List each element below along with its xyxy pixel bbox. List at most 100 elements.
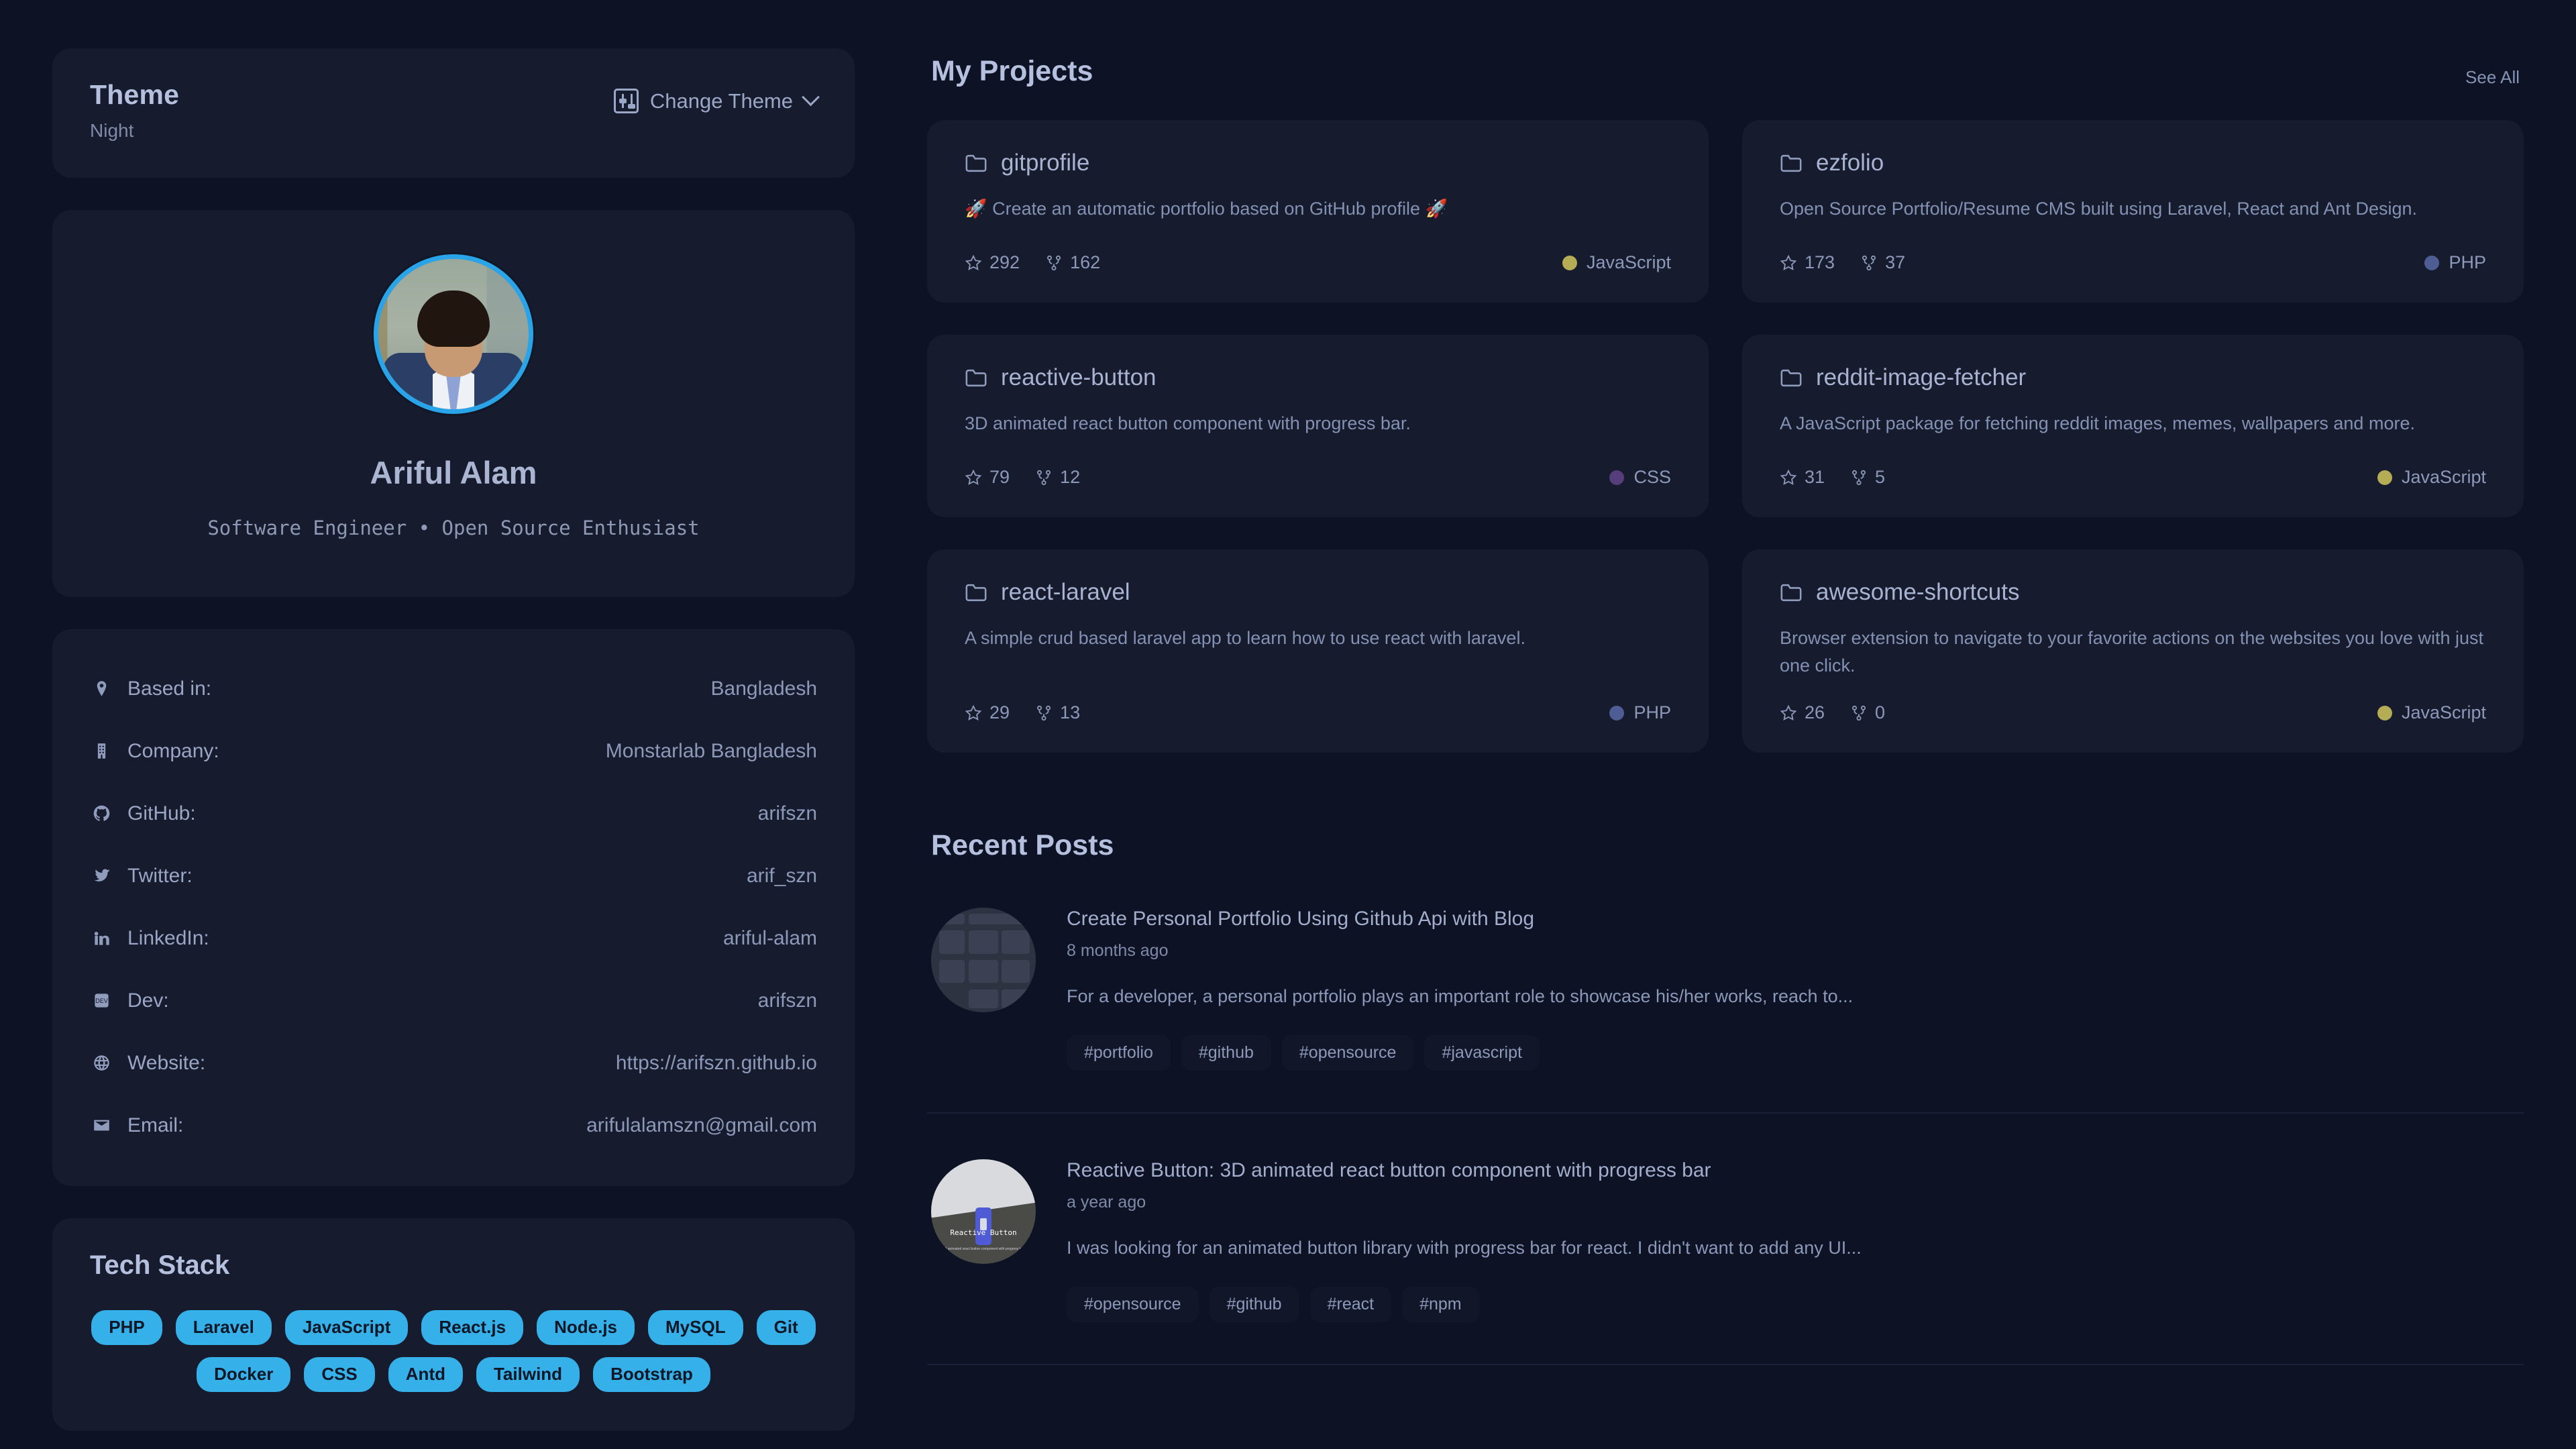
language-name: JavaScript bbox=[1586, 252, 1671, 272]
tech-chip[interactable]: React.js bbox=[421, 1310, 524, 1345]
post-tag[interactable]: #javascript bbox=[1424, 1035, 1540, 1071]
post-item[interactable]: Reactive Button 3D animated react button… bbox=[927, 1114, 2524, 1366]
folder-icon bbox=[1780, 368, 1803, 388]
language-color-dot bbox=[1562, 255, 1577, 270]
detail-label: Website: bbox=[127, 1051, 206, 1074]
recent-posts-title: Recent Posts bbox=[931, 829, 1114, 862]
detail-row-email: Email: arifulalamszn@gmail.com bbox=[90, 1094, 817, 1157]
post-tag[interactable]: #github bbox=[1209, 1287, 1299, 1323]
tech-stack-title: Tech Stack bbox=[90, 1250, 230, 1280]
map-pin-icon bbox=[90, 680, 113, 698]
project-description: Browser extension to navigate to your fa… bbox=[1780, 628, 2484, 676]
detail-label: Email: bbox=[127, 1114, 184, 1136]
tech-stack-card: Tech Stack PHP Laravel JavaScript React.… bbox=[52, 1218, 855, 1431]
folder-icon bbox=[1780, 583, 1803, 602]
detail-value[interactable]: Monstarlab Bangladesh bbox=[606, 740, 817, 763]
language-color-dot bbox=[2424, 255, 2440, 270]
detail-value[interactable]: Bangladesh bbox=[711, 678, 817, 700]
project-language: PHP bbox=[1609, 702, 1671, 723]
theme-card: Theme Night Change Theme bbox=[52, 48, 855, 178]
project-name: awesome-shortcuts bbox=[1816, 579, 2020, 605]
post-tag[interactable]: #portfolio bbox=[1067, 1035, 1171, 1071]
post-date: a year ago bbox=[1067, 1193, 1146, 1212]
project-card[interactable]: reddit-image-fetcher A JavaScript packag… bbox=[1742, 335, 2524, 517]
post-tags: #opensource #github #react #npm bbox=[1067, 1287, 2520, 1323]
project-language: CSS bbox=[1609, 467, 1671, 488]
project-forks-count: 5 bbox=[1875, 467, 1886, 487]
tech-chip[interactable]: Bootstrap bbox=[593, 1356, 710, 1392]
tech-chip[interactable]: Docker bbox=[197, 1356, 291, 1392]
project-forks-count: 0 bbox=[1875, 702, 1886, 723]
tech-chip[interactable]: Node.js bbox=[537, 1310, 635, 1345]
project-name: ezfolio bbox=[1816, 150, 1884, 176]
post-date: 8 months ago bbox=[1067, 941, 1169, 961]
detail-value[interactable]: ariful-alam bbox=[723, 927, 817, 950]
see-all-link[interactable]: See All bbox=[2465, 67, 2520, 88]
fork-icon bbox=[1852, 470, 1866, 485]
project-card[interactable]: gitprofile 🚀 Create an automatic portfol… bbox=[927, 120, 1709, 303]
project-card[interactable]: ezfolio Open Source Portfolio/Resume CMS… bbox=[1742, 120, 2524, 303]
project-stars: 79 bbox=[965, 467, 1010, 488]
post-excerpt: I was looking for an animated button lib… bbox=[1067, 1238, 1862, 1258]
recent-posts-header: Recent Posts bbox=[927, 822, 2524, 862]
language-name: JavaScript bbox=[2401, 702, 2486, 723]
project-stars-count: 79 bbox=[989, 467, 1010, 487]
star-icon bbox=[965, 704, 982, 720]
detail-value[interactable]: arifulalamszn@gmail.com bbox=[586, 1114, 817, 1137]
tech-chip[interactable]: Laravel bbox=[175, 1310, 272, 1345]
detail-label: LinkedIn: bbox=[127, 926, 209, 949]
twitter-icon bbox=[90, 867, 113, 885]
post-tag[interactable]: #opensource bbox=[1281, 1035, 1414, 1071]
tech-chip[interactable]: Git bbox=[756, 1310, 816, 1345]
avatar bbox=[374, 254, 533, 414]
post-title: Reactive Button: 3D animated react butto… bbox=[1067, 1159, 1711, 1182]
tech-chip[interactable]: Antd bbox=[388, 1356, 463, 1392]
detail-value[interactable]: arif_szn bbox=[747, 865, 817, 888]
change-theme-label: Change Theme bbox=[649, 89, 793, 113]
mail-icon bbox=[90, 1116, 113, 1134]
post-tag[interactable]: #npm bbox=[1402, 1287, 1479, 1323]
star-icon bbox=[965, 469, 982, 485]
project-forks-count: 37 bbox=[1885, 252, 1906, 272]
detail-value[interactable]: https://arifszn.github.io bbox=[616, 1052, 817, 1075]
detail-row-based-in: Based in: Bangladesh bbox=[90, 657, 817, 720]
project-card[interactable]: awesome-shortcuts Browser extension to n… bbox=[1742, 549, 2524, 753]
project-language: JavaScript bbox=[2377, 702, 2486, 723]
detail-value[interactable]: arifszn bbox=[758, 802, 817, 825]
post-tag[interactable]: #github bbox=[1181, 1035, 1271, 1071]
tech-chip[interactable]: JavaScript bbox=[284, 1310, 409, 1345]
post-thumbnail: Reactive Button 3D animated react button… bbox=[931, 1159, 1036, 1265]
profile-name: Ariful Alam bbox=[370, 455, 537, 490]
project-stars: 292 bbox=[965, 252, 1020, 273]
building-icon bbox=[90, 742, 113, 760]
theme-info: Theme Night bbox=[90, 79, 179, 142]
star-icon bbox=[1780, 469, 1797, 485]
project-stars: 29 bbox=[965, 702, 1010, 723]
project-stars-count: 31 bbox=[1805, 467, 1825, 487]
post-tag[interactable]: #opensource bbox=[1067, 1287, 1199, 1323]
detail-value[interactable]: arifszn bbox=[758, 989, 817, 1012]
tech-chip[interactable]: Tailwind bbox=[476, 1356, 580, 1392]
project-stars: 31 bbox=[1780, 467, 1825, 488]
folder-icon bbox=[1780, 154, 1803, 173]
tech-chip[interactable]: MySQL bbox=[648, 1310, 743, 1345]
post-title: Create Personal Portfolio Using Github A… bbox=[1067, 908, 1535, 930]
change-theme-button[interactable]: Change Theme bbox=[613, 88, 820, 113]
tech-chip[interactable]: PHP bbox=[91, 1310, 162, 1345]
language-color-dot bbox=[1609, 470, 1625, 485]
portfolio-page: Theme Night Change Theme Ariful Alam Sof… bbox=[0, 0, 2576, 1449]
language-color-dot bbox=[2377, 705, 2392, 720]
post-tag[interactable]: #react bbox=[1309, 1287, 1392, 1323]
post-tags: #portfolio #github #opensource #javascri… bbox=[1067, 1035, 2520, 1071]
star-icon bbox=[1780, 254, 1797, 270]
project-name: react-laravel bbox=[1001, 579, 1130, 605]
language-color-dot bbox=[2377, 470, 2392, 485]
project-forks: 5 bbox=[1850, 467, 1885, 488]
post-item[interactable]: Create Personal Portfolio Using Github A… bbox=[927, 862, 2524, 1114]
detail-label: Based in: bbox=[127, 677, 212, 700]
theme-current-value: Night bbox=[90, 120, 134, 141]
theme-title: Theme bbox=[90, 79, 180, 110]
project-card[interactable]: react-laravel A simple crud based larave… bbox=[927, 549, 1709, 753]
project-card[interactable]: reactive-button 3D animated react button… bbox=[927, 335, 1709, 517]
tech-chip[interactable]: CSS bbox=[304, 1356, 375, 1392]
